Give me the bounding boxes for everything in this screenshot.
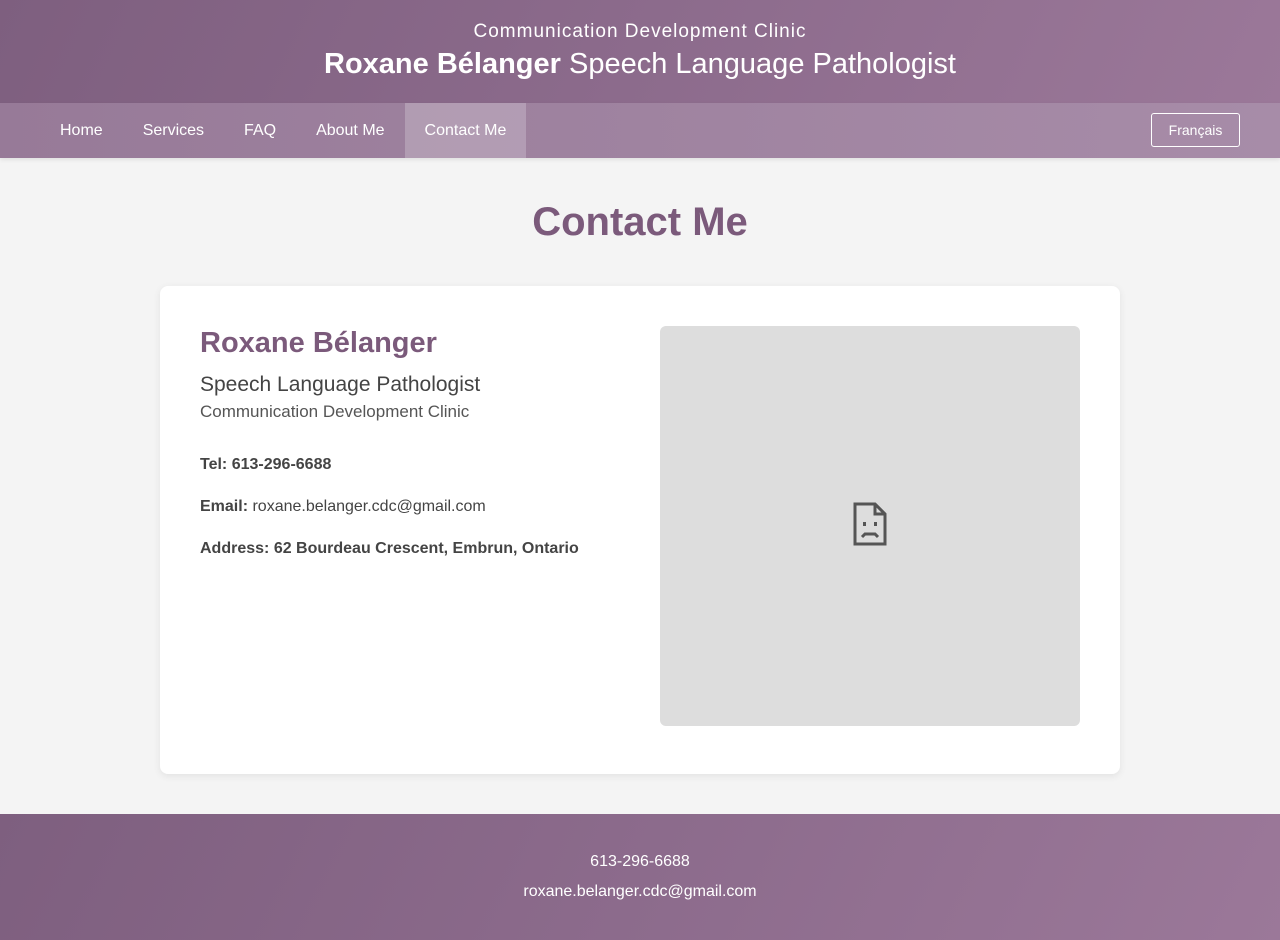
- email-label: Email:: [200, 498, 249, 515]
- nav-item-services[interactable]: Services: [123, 103, 224, 158]
- site-title-role: Speech Language Pathologist: [569, 48, 956, 80]
- site-title-name: Roxane Bélanger: [324, 48, 561, 80]
- nav-item-faq[interactable]: FAQ: [224, 103, 296, 158]
- footer-phone[interactable]: 613-296-6688: [0, 852, 1280, 872]
- nav-item-contact-me[interactable]: Contact Me: [404, 103, 527, 158]
- clinic-name: Communication Development Clinic: [473, 21, 807, 42]
- broken-document-icon: [853, 502, 887, 551]
- contact-clinic: Communication Development Clinic: [200, 402, 470, 421]
- main-content: Contact Me Roxane Bélanger Speech Langua…: [0, 158, 1280, 814]
- nav-item-about-me[interactable]: About Me: [296, 103, 404, 158]
- site-header: Communication Development Clinic Roxane …: [0, 0, 1280, 103]
- phone-label: Tel:: [200, 456, 228, 473]
- site-footer: 613-296-6688 roxane.belanger.cdc@gmail.c…: [0, 814, 1280, 940]
- main-nav: Home Services FAQ About Me Contact Me Fr…: [0, 103, 1280, 158]
- map-embed[interactable]: [660, 326, 1080, 726]
- site-title: Roxane Bélanger Speech Language Patholog…: [0, 47, 1280, 81]
- language-toggle-button[interactable]: Français: [1151, 113, 1240, 147]
- address-value: 62 Bourdeau Crescent, Embrun, Ontario: [273, 540, 579, 557]
- footer-email[interactable]: roxane.belanger.cdc@gmail.com: [0, 882, 1280, 902]
- phone-line: Tel: 613-296-6688: [200, 455, 620, 475]
- contact-info: Roxane Bélanger Speech Language Patholog…: [200, 326, 620, 559]
- contact-role: Speech Language Pathologist: [200, 373, 481, 396]
- nav-item-home[interactable]: Home: [40, 103, 123, 158]
- page-title: Contact Me: [532, 200, 748, 244]
- address-line: Address: 62 Bourdeau Crescent, Embrun, O…: [200, 539, 620, 559]
- contact-name: Roxane Bélanger: [200, 327, 437, 359]
- address-label: Address:: [200, 540, 270, 557]
- email-line: Email: roxane.belanger.cdc@gmail.com: [200, 497, 620, 517]
- phone-value[interactable]: 613-296-6688: [232, 456, 332, 473]
- contact-card: Roxane Bélanger Speech Language Patholog…: [160, 286, 1120, 774]
- email-value[interactable]: roxane.belanger.cdc@gmail.com: [252, 498, 485, 515]
